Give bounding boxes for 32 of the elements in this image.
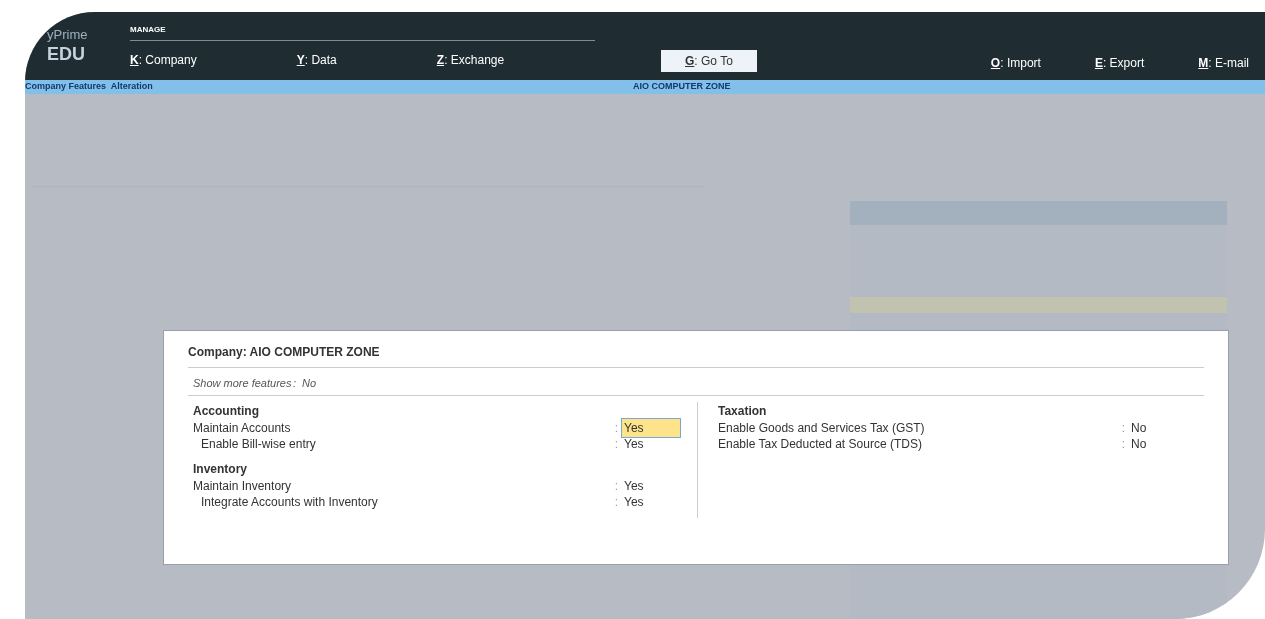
menu-item[interactable]: K: Company <box>130 50 197 69</box>
company-title: AIO COMPUTER ZONE <box>633 80 731 94</box>
field-separator: : <box>293 376 297 392</box>
field-value[interactable]: Yes <box>621 418 681 438</box>
field-label: Enable Tax Deducted at Source (TDS) <box>718 436 922 453</box>
screen-title: Company Features Alteration <box>25 80 154 94</box>
field-separator: : <box>1121 436 1125 453</box>
field-separator: : <box>614 494 618 511</box>
field-separator: : <box>614 436 618 453</box>
dialog-title: Company: AIO COMPUTER ZONE <box>188 343 1204 368</box>
field-label: Enable Goods and Services Tax (GST) <box>718 420 925 437</box>
menu-item[interactable]: Z: Exchange <box>436 50 505 69</box>
field-value[interactable]: No <box>302 375 317 392</box>
field-label: Enable Bill-wise entry <box>200 436 316 453</box>
field-label: Show more features <box>192 376 293 392</box>
section-heading: Inventory <box>193 461 248 478</box>
field-label: Integrate Accounts with Inventory <box>200 494 378 511</box>
section-label: MANAGE <box>130 23 595 41</box>
field-separator: : <box>1121 420 1125 437</box>
section-heading: Taxation <box>718 403 768 420</box>
field-separator: : <box>614 478 618 495</box>
field-label: Maintain Accounts <box>193 420 291 437</box>
menu-item[interactable]: M: E-mail <box>1198 54 1249 72</box>
field-label: Maintain Inventory <box>193 478 292 495</box>
section-heading: Accounting <box>193 403 260 420</box>
goto-button[interactable]: G: Go To <box>661 50 757 72</box>
menu-item[interactable]: E: Export <box>1094 54 1145 72</box>
field-separator: : <box>614 420 618 437</box>
brand-edition: EDU <box>47 43 86 65</box>
menu-item[interactable]: Y: Data <box>296 50 337 69</box>
menu-item[interactable]: O: Import <box>990 54 1041 72</box>
brand-name: yPrime <box>47 27 89 43</box>
